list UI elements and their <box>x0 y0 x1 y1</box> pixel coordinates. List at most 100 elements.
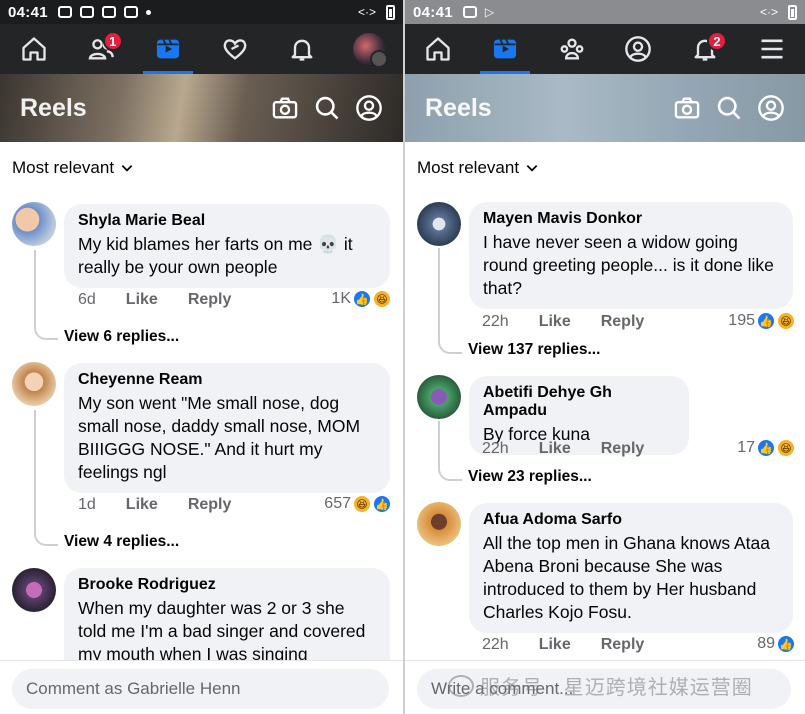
sort-dropdown[interactable]: Most relevant <box>12 158 134 178</box>
account-icon[interactable] <box>355 94 383 122</box>
reply-button[interactable]: Reply <box>601 636 645 654</box>
commenter-avatar[interactable] <box>417 375 461 419</box>
video-icon <box>156 39 179 59</box>
chevron-down-icon <box>526 165 538 172</box>
like-button[interactable]: Like <box>539 440 571 458</box>
sort-label: Most relevant <box>12 158 115 177</box>
chevron-down-icon <box>121 165 133 172</box>
reaction-count: 195 <box>728 312 755 329</box>
thread-line <box>438 421 462 481</box>
commenter-name[interactable]: Shyla Marie Beal <box>78 212 376 230</box>
view-replies-link[interactable]: View 6 replies... <box>64 328 179 346</box>
status-time: 04:41 <box>413 3 453 21</box>
groups-icon <box>560 38 584 60</box>
comment-time[interactable]: 1d <box>78 496 96 514</box>
nav-profile-menu[interactable] <box>344 24 394 74</box>
reaction-count: 89 <box>757 635 775 652</box>
profile-avatar <box>353 33 389 68</box>
reaction-summary[interactable]: 1K 👍 😆 <box>331 290 391 308</box>
reply-button[interactable]: Reply <box>601 440 645 458</box>
reply-button[interactable]: Reply <box>188 291 232 309</box>
search-icon[interactable] <box>715 94 743 122</box>
page-title: Reels <box>425 93 492 122</box>
nav-profile[interactable] <box>613 24 663 74</box>
instagram-icon <box>123 6 138 18</box>
comment-time[interactable]: 22h <box>482 636 509 654</box>
battery-icon <box>386 4 395 20</box>
commenter-name[interactable]: Cheyenne Ream <box>78 371 376 389</box>
like-button[interactable]: Like <box>126 291 158 309</box>
page-title: Reels <box>20 93 87 122</box>
status-bar: 04:41 ▷ <·> <box>405 0 805 24</box>
like-button[interactable]: Like <box>126 496 158 514</box>
haha-reaction-icon: 😆 <box>777 439 795 457</box>
youtube-icon <box>462 6 477 18</box>
search-icon[interactable] <box>313 94 341 122</box>
nav-notifications[interactable] <box>277 24 327 74</box>
menu-icon <box>761 39 783 59</box>
reels-header: Reels <box>405 74 805 142</box>
sort-dropdown[interactable]: Most relevant <box>417 158 539 178</box>
view-replies-link[interactable]: View 23 replies... <box>468 468 592 486</box>
view-replies-link[interactable]: View 137 replies... <box>468 341 600 359</box>
comment-input[interactable] <box>12 669 389 709</box>
home-icon <box>426 37 450 61</box>
commenter-avatar[interactable] <box>417 202 461 246</box>
comment-input[interactable] <box>417 669 791 709</box>
commenter-name[interactable]: Mayen Mavis Donkor <box>483 210 779 228</box>
nav-home[interactable] <box>413 24 463 74</box>
battery-icon <box>788 4 797 20</box>
nav-groups[interactable] <box>547 24 597 74</box>
reaction-summary[interactable]: 17 👍 😆 <box>737 439 795 457</box>
account-icon[interactable] <box>757 94 785 122</box>
video-icon <box>493 39 517 59</box>
like-reaction-icon: 👍 <box>757 312 775 330</box>
commenter-avatar[interactable] <box>12 202 56 246</box>
commenter-avatar[interactable] <box>417 502 461 546</box>
comment-actions: 22h Like Reply <box>482 636 644 654</box>
commenter-avatar[interactable] <box>12 362 56 406</box>
reels-header: Reels <box>0 74 403 142</box>
reaction-summary[interactable]: 657 😆 👍 <box>324 495 391 513</box>
nav-dating[interactable] <box>210 24 260 74</box>
comment-time[interactable]: 22h <box>482 440 509 458</box>
nav-friends[interactable]: 1 <box>76 24 126 74</box>
more-notifications-icon <box>145 9 151 15</box>
view-replies-link[interactable]: View 4 replies... <box>64 533 179 551</box>
nav-menu[interactable] <box>747 24 797 74</box>
reaction-count: 657 <box>324 495 351 512</box>
status-bar: 04:41 <·> <box>0 0 403 24</box>
nav-video[interactable] <box>142 24 193 74</box>
bell-icon <box>291 39 313 61</box>
nav-notifications[interactable]: 2 <box>680 24 730 74</box>
comment-actions: 6d Like Reply <box>78 291 231 309</box>
like-button[interactable]: Like <box>539 313 571 331</box>
like-button[interactable]: Like <box>539 636 571 654</box>
comment-time[interactable]: 22h <box>482 313 509 331</box>
commenter-name[interactable]: Abetifi Dehye Gh Ampadu <box>483 384 675 420</box>
data-transfer-icon: <·> <box>759 5 778 19</box>
comment-time[interactable]: 6d <box>78 291 96 309</box>
top-navigation: 1 <box>0 24 403 74</box>
comment-actions: 1d Like Reply <box>78 496 231 514</box>
camera-icon[interactable] <box>673 94 701 122</box>
heart-icon <box>223 39 247 60</box>
haha-reaction-icon: 😆 <box>373 290 391 308</box>
commenter-name[interactable]: Brooke Rodriguez <box>78 576 376 594</box>
comment-bubble: Shyla Marie Beal My kid blames her farts… <box>64 204 390 288</box>
camera-icon[interactable] <box>271 94 299 122</box>
right-screen: 04:41 ▷ <·> 2 Reels Most relevant Mayen … <box>405 0 805 714</box>
nav-video[interactable] <box>479 24 530 74</box>
reply-button[interactable]: Reply <box>601 313 645 331</box>
thread-line <box>438 248 462 354</box>
comment-actions: 22h Like Reply <box>482 313 644 331</box>
commenter-avatar[interactable] <box>12 568 56 612</box>
like-reaction-icon: 👍 <box>777 635 795 653</box>
reaction-summary[interactable]: 89 👍 <box>757 635 795 653</box>
reaction-summary[interactable]: 195 👍 😆 <box>728 312 795 330</box>
commenter-name[interactable]: Afua Adoma Sarfo <box>483 511 779 529</box>
reply-button[interactable]: Reply <box>188 496 232 514</box>
comment-composer <box>0 660 403 714</box>
nav-home[interactable] <box>9 24 59 74</box>
friends-badge: 1 <box>102 31 123 51</box>
